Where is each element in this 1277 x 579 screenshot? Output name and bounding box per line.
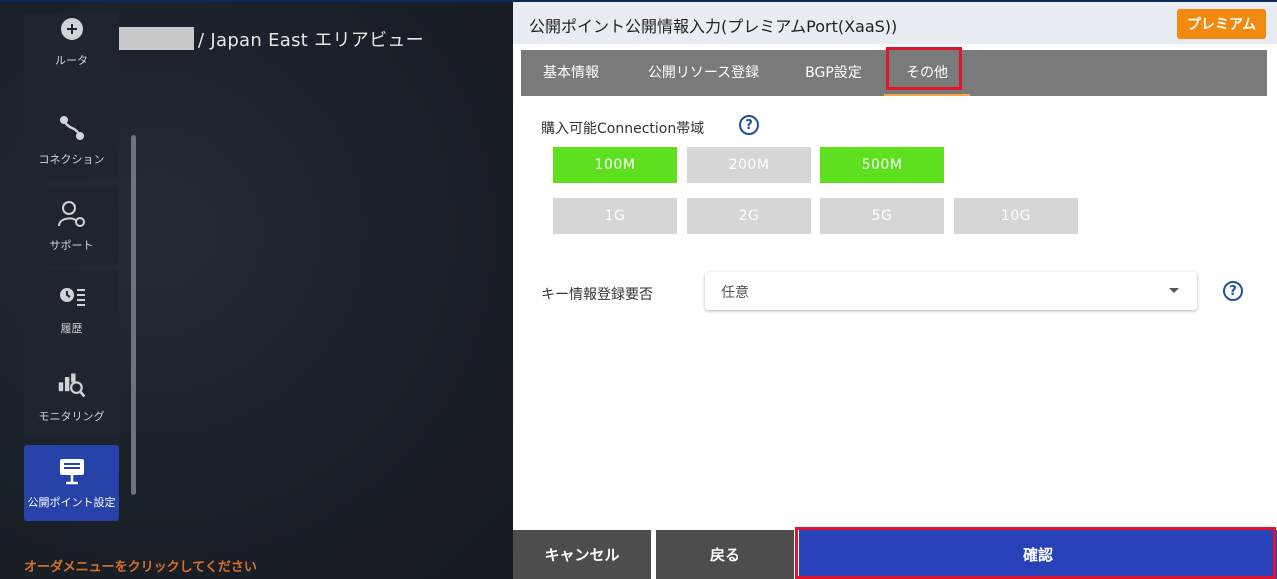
sidebar-item-label: ルータ: [55, 54, 88, 67]
monitoring-icon: [57, 370, 87, 400]
sidebar-item-label: モニタリング: [38, 410, 105, 423]
bandwidth-help-icon[interactable]: ?: [739, 115, 759, 135]
sidebar-item-public-point-settings[interactable]: 公開ポイント設定: [24, 445, 119, 521]
router-icon: [57, 14, 87, 44]
bandwidth-option-2g[interactable]: 2G: [687, 198, 811, 234]
bandwidth-label: 購入可能Connection帯域: [541, 121, 705, 137]
public-info-dialog: 公開ポイント公開情報入力(プレミアムPort(XaaS)) プレミアム 基本情報…: [513, 2, 1277, 579]
dialog-footer: キャンセル 戻る 確認: [513, 530, 1277, 579]
order-menu-message: オーダメニューをクリックしてください: [24, 560, 257, 575]
bandwidth-option-100m[interactable]: 100M: [553, 147, 677, 183]
sidebar: ルータ コネクション サポート 履歴 モニタリング 公開ポイント設定: [24, 0, 120, 579]
history-icon: [57, 282, 87, 312]
connection-icon: [57, 113, 87, 143]
confirm-button[interactable]: 確認: [799, 530, 1277, 579]
key-registration-select[interactable]: 任意: [705, 272, 1197, 310]
key-registration-label: キー情報登録要否: [541, 287, 653, 303]
tab-public-resource-registration[interactable]: 公開リソース登録: [626, 50, 781, 96]
sidebar-item-label: サポート: [49, 239, 94, 252]
sidebar-item-support[interactable]: サポート: [24, 187, 119, 265]
bandwidth-option-5g[interactable]: 5G: [820, 198, 944, 234]
dialog-header: 公開ポイント公開情報入力(プレミアムPort(XaaS)) プレミアム: [513, 2, 1277, 44]
public-point-icon: [57, 456, 87, 486]
bandwidth-option-200m[interactable]: 200M: [687, 147, 811, 183]
cancel-button[interactable]: キャンセル: [513, 530, 651, 579]
sidebar-item-label: 履歴: [60, 322, 83, 335]
sidebar-item-history[interactable]: 履歴: [24, 270, 119, 348]
key-registration-value: 任意: [721, 285, 749, 301]
sidebar-item-label: 公開ポイント設定: [27, 496, 116, 509]
key-registration-help-icon[interactable]: ?: [1223, 281, 1243, 301]
dialog-title: 公開ポイント公開情報入力(プレミアムPort(XaaS)): [529, 17, 898, 36]
tab-other[interactable]: その他: [884, 50, 970, 96]
tab-bar: 基本情報 公開リソース登録 BGP設定 その他: [521, 50, 1267, 96]
back-button[interactable]: 戻る: [656, 530, 794, 579]
sidebar-item-label: コネクション: [38, 153, 105, 166]
area-view-title: / Japan East エリアビュー: [198, 30, 424, 51]
sidebar-item-connection[interactable]: コネクション: [24, 101, 119, 179]
sidebar-scrollbar[interactable]: [131, 135, 136, 495]
sidebar-item-router[interactable]: ルータ: [24, 13, 119, 91]
tab-basic-info[interactable]: 基本情報: [521, 50, 621, 96]
support-icon: [57, 199, 87, 229]
bandwidth-option-500m[interactable]: 500M: [820, 147, 944, 183]
premium-badge: プレミアム: [1177, 9, 1266, 39]
caret-down-icon: [1169, 288, 1179, 293]
bandwidth-option-10g[interactable]: 10G: [954, 198, 1078, 234]
tab-bgp-settings[interactable]: BGP設定: [786, 50, 881, 96]
sidebar-item-monitoring[interactable]: モニタリング: [24, 357, 119, 437]
bandwidth-option-1g[interactable]: 1G: [553, 198, 677, 234]
